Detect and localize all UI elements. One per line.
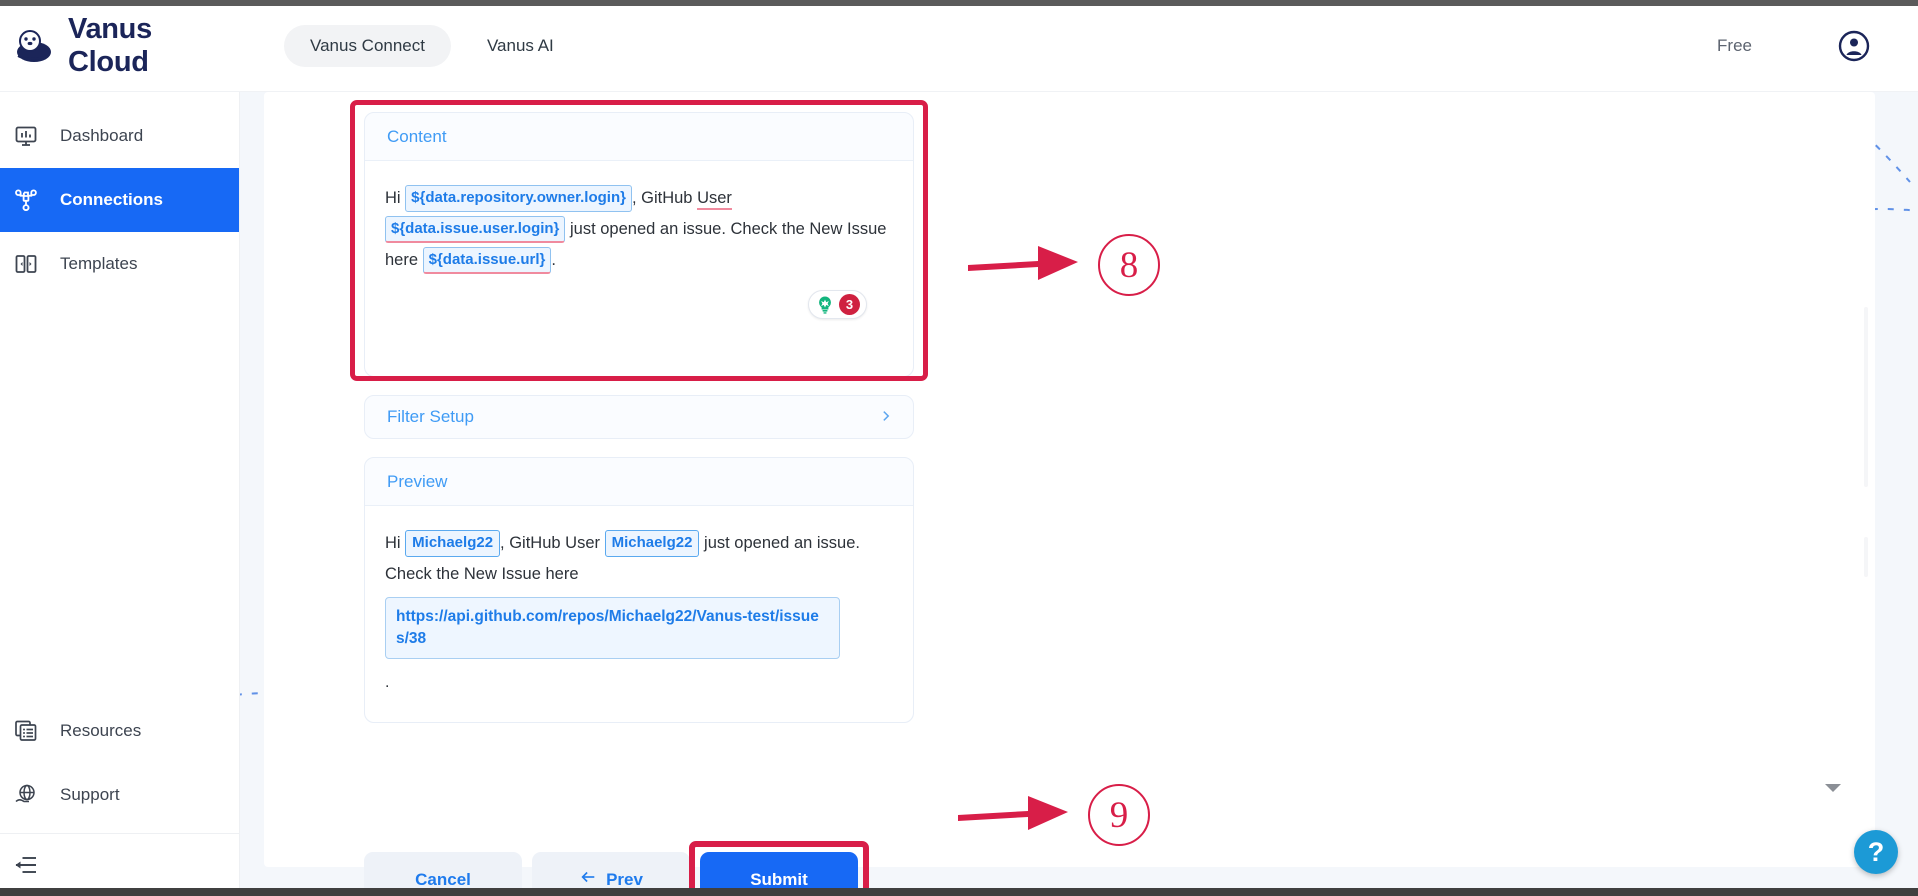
app-root: Vanus Cloud Vanus Connect Vanus AI Free [0,0,1918,896]
dashboard-icon [14,124,38,148]
main-content-area: Content Hi ${data.repository.owner.login… [240,92,1918,896]
sidebar-item-label-resources: Resources [60,721,142,740]
filter-setup-title: Filter Setup [387,407,474,426]
sidebar-item-label-dashboard: Dashboard [60,126,144,145]
connections-icon [14,188,38,212]
preview-text: Hi Michaelg22, GitHub User Michaelg22 ju… [385,528,893,698]
preview-panel-title: Preview [365,458,913,506]
content-token-issue-url[interactable]: ${data.issue.url} [422,247,552,275]
content-misspelled-user: User [697,189,732,210]
preview-token-owner: Michaelg22 [405,530,501,558]
support-globe-hand-icon [14,783,38,807]
account-circle-icon[interactable] [1838,30,1870,62]
help-button[interactable]: ? [1854,830,1898,874]
window-chrome-bottom [0,888,1918,896]
suggestion-badge[interactable]: 3 [808,290,867,319]
sidebar-item-label-templates: Templates [60,254,138,273]
sidebar-item-label-connections: Connections [60,190,163,209]
preview-seg-2: , GitHub User [500,534,605,552]
content-panel-body: Hi ${data.repository.owner.login}, GitHu… [365,161,913,376]
lightbulb-icon [815,295,835,315]
resources-icon [14,719,38,743]
content-scrollbar-thumb-secondary[interactable] [1864,537,1868,577]
sidebar-item-support[interactable]: Support [0,763,239,827]
sidebar-item-templates[interactable]: Templates [0,232,239,296]
wizard-card: Content Hi ${data.repository.owner.login… [264,92,1875,896]
top-bar-right: Free [1717,30,1870,62]
sidebar-collapse-button[interactable] [0,834,239,896]
content-seg-8: . [551,251,556,269]
sidebar-item-label-support: Support [60,785,120,804]
sidebar-item-resources[interactable]: Resources [0,699,239,763]
content-seg-0: Hi [385,189,406,207]
wizard-form-column: Content Hi ${data.repository.owner.login… [350,100,928,723]
window-chrome-top [0,0,1918,6]
top-bar: Vanus Cloud Vanus Connect Vanus AI Free [0,0,1918,92]
preview-issue-url[interactable]: https://api.github.com/repos/Michaelg22/… [385,597,840,659]
content-token-issue-user-login[interactable]: ${data.issue.user.login} [385,216,566,244]
filter-setup-row[interactable]: Filter Setup [364,395,914,439]
preview-panel: Preview Hi Michaelg22, GitHub User Micha… [364,457,914,723]
sidebar-primary-nav: Dashboard Connections Templates [0,92,239,296]
prev-button-label: Prev [606,869,643,889]
content-editor-text: Hi ${data.repository.owner.login}, GitHu… [385,183,893,276]
sidebar-secondary-nav: Resources Support [0,699,239,896]
content-seg-2: , GitHub [631,189,698,207]
top-tabs: Vanus Connect Vanus AI [284,24,580,67]
scroll-down-caret-icon[interactable] [1823,781,1843,799]
brand-title: Vanus Cloud [68,12,152,78]
tab-vanus-connect[interactable]: Vanus Connect [284,24,451,67]
content-panel-wrapper: Content Hi ${data.repository.owner.login… [350,100,928,381]
preview-panel-body: Hi Michaelg22, GitHub User Michaelg22 ju… [365,506,913,722]
preview-token-user: Michaelg22 [604,530,700,558]
vanus-otter-logo-icon [14,26,54,66]
preview-trailing-text: . [385,674,390,691]
content-panel-title: Content [365,113,913,161]
content-token-repository-owner-login[interactable]: ${data.repository.owner.login} [405,185,632,213]
chevron-right-icon[interactable] [879,407,893,428]
sidebar: Dashboard Connections Templates Resource… [0,92,240,896]
content-panel: Content Hi ${data.repository.owner.login… [364,112,914,377]
sidebar-item-dashboard[interactable]: Dashboard [0,104,239,168]
content-badge-row: 3 [385,290,893,319]
suggestion-count-badge: 3 [839,294,860,315]
content-scrollbar-thumb[interactable] [1864,307,1868,487]
templates-icon [14,252,38,276]
collapse-sidebar-icon [14,853,38,877]
sidebar-item-connections[interactable]: Connections [0,168,239,232]
plan-badge: Free [1717,35,1752,55]
tab-vanus-ai[interactable]: Vanus AI [461,25,580,67]
content-editor[interactable]: Hi ${data.repository.owner.login}, GitHu… [385,183,893,358]
preview-seg-0: Hi [385,534,406,552]
brand[interactable]: Vanus Cloud [14,13,239,79]
